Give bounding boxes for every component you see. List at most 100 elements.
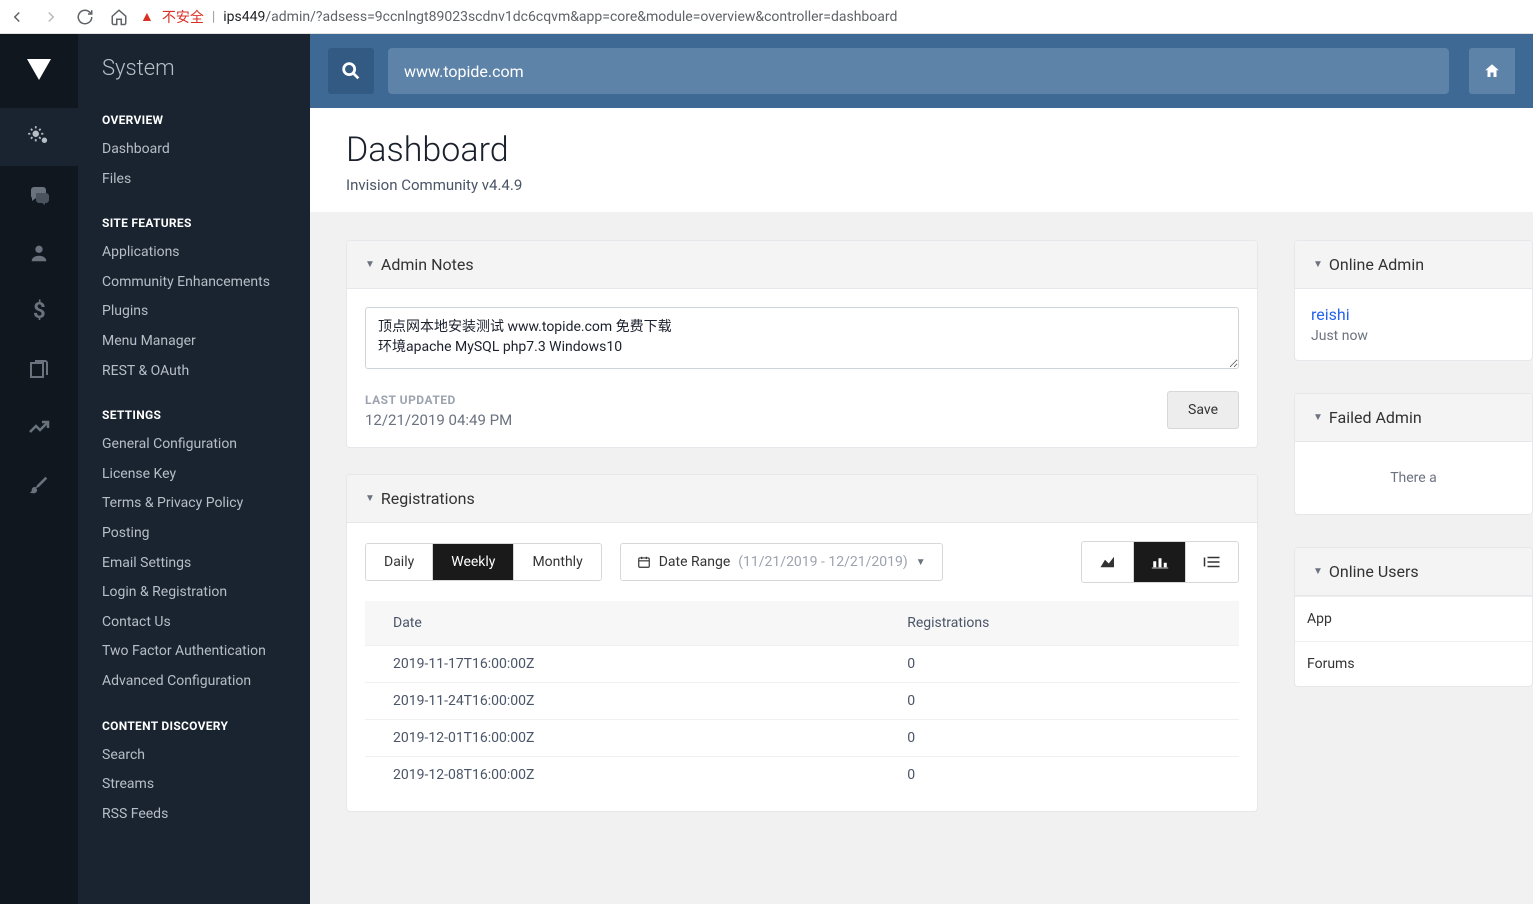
forward-icon: [42, 8, 60, 26]
sidebar-item[interactable]: REST & OAuth: [78, 357, 310, 387]
list-item[interactable]: App: [1295, 596, 1532, 641]
search-input[interactable]: [388, 48, 1449, 94]
tab-monthly[interactable]: Monthly: [514, 544, 600, 580]
sidebar-item[interactable]: Contact Us: [78, 608, 310, 638]
col-reg: Registrations: [879, 601, 1239, 646]
table-row: 2019-12-08T16:00:00Z0: [365, 757, 1239, 794]
browser-toolbar: ▲ 不安全 | ips449/admin/?adsess=9ccnlngt890…: [0, 0, 1533, 34]
nav-dollar-icon[interactable]: $: [0, 282, 78, 340]
caret-down-icon: ▼: [1313, 259, 1323, 270]
calendar-icon: [637, 555, 651, 569]
sidebar-heading: CONTENT DISCOVERY: [78, 711, 310, 741]
cell-date: 2019-11-24T16:00:00Z: [365, 683, 879, 720]
home-outline-icon[interactable]: [110, 8, 128, 26]
cell-reg: 0: [879, 646, 1239, 683]
online-admin-panel: ▼ Online Admin reishi Just now: [1294, 240, 1533, 361]
caret-down-icon: ▼: [1313, 566, 1323, 577]
cell-reg: 0: [879, 720, 1239, 757]
sidebar-item[interactable]: RSS Feeds: [78, 800, 310, 830]
reload-icon[interactable]: [76, 8, 94, 26]
online-admin-header[interactable]: ▼ Online Admin: [1295, 241, 1532, 289]
cell-reg: 0: [879, 683, 1239, 720]
registrations-panel: ▼ Registrations Daily Weekly Monthly: [346, 474, 1258, 812]
sidebar-item[interactable]: Two Factor Authentication: [78, 637, 310, 667]
failed-admin-header[interactable]: ▼ Failed Admin: [1295, 394, 1532, 442]
date-range-value: (11/21/2019 - 12/21/2019): [738, 554, 907, 570]
list-item[interactable]: Forums: [1295, 641, 1532, 686]
nav-settings-icon[interactable]: [0, 108, 78, 166]
nav-files-icon[interactable]: [0, 340, 78, 398]
sidebar-item[interactable]: Dashboard: [78, 135, 310, 165]
bar-chart-icon[interactable]: [1134, 542, 1186, 582]
insecure-icon: ▲: [140, 8, 154, 25]
caret-down-icon: ▼: [365, 493, 375, 504]
url-path: /admin/?adsess=9ccnlngt89023scdnv1dc6cqv…: [265, 9, 897, 25]
sidebar-item[interactable]: Files: [78, 165, 310, 195]
sidebar-item[interactable]: Terms & Privacy Policy: [78, 489, 310, 519]
col-date: Date: [365, 601, 879, 646]
svg-text:$: $: [33, 299, 46, 323]
nav-stats-icon[interactable]: [0, 398, 78, 456]
admin-user-link[interactable]: reishi: [1311, 305, 1516, 324]
nav-user-icon[interactable]: [0, 224, 78, 282]
cell-date: 2019-11-17T16:00:00Z: [365, 646, 879, 683]
admin-user-time: Just now: [1311, 328, 1516, 344]
sidebar-item[interactable]: Community Enhancements: [78, 268, 310, 298]
failed-admin-title: Failed Admin: [1329, 408, 1422, 427]
topbar: [310, 34, 1533, 108]
address-bar[interactable]: ▲ 不安全 | ips449/admin/?adsess=9ccnlngt890…: [140, 7, 1525, 27]
admin-notes-textarea[interactable]: [365, 307, 1239, 369]
tab-weekly[interactable]: Weekly: [433, 544, 514, 580]
sidebar-item[interactable]: Menu Manager: [78, 327, 310, 357]
table-row: 2019-11-17T16:00:00Z0: [365, 646, 1239, 683]
sidebar-item[interactable]: License Key: [78, 460, 310, 490]
sidebar-item[interactable]: Posting: [78, 519, 310, 549]
table-row: 2019-12-01T16:00:00Z0: [365, 720, 1239, 757]
sidebar-heading: SITE FEATURES: [78, 208, 310, 238]
cell-date: 2019-12-01T16:00:00Z: [365, 720, 879, 757]
admin-notes-panel: ▼ Admin Notes LAST UPDATED 12/21/2019 04…: [346, 240, 1258, 448]
search-button[interactable]: [328, 48, 374, 94]
app-iconbar: $: [0, 34, 78, 904]
tab-daily[interactable]: Daily: [366, 544, 433, 580]
area-chart-icon[interactable]: [1082, 542, 1134, 582]
nav-brush-icon[interactable]: [0, 456, 78, 514]
table-row: 2019-11-24T16:00:00Z0: [365, 683, 1239, 720]
list-chart-icon[interactable]: [1186, 542, 1238, 582]
registrations-title: Registrations: [381, 489, 475, 508]
registrations-header[interactable]: ▼ Registrations: [347, 475, 1257, 523]
online-users-header[interactable]: ▼ Online Users: [1295, 548, 1532, 596]
admin-notes-header[interactable]: ▼ Admin Notes: [347, 241, 1257, 289]
page-header: Dashboard Invision Community v4.4.9: [310, 108, 1533, 212]
last-updated-value: 12/21/2019 04:49 PM: [365, 411, 512, 429]
sidebar-item[interactable]: Applications: [78, 238, 310, 268]
nav-chat-icon[interactable]: [0, 166, 78, 224]
security-label: 不安全: [162, 7, 204, 27]
page-title: Dashboard: [346, 130, 1497, 170]
date-range-picker[interactable]: Date Range (11/21/2019 - 12/21/2019) ▼: [620, 543, 943, 581]
sidebar-item[interactable]: Advanced Configuration: [78, 667, 310, 697]
registrations-table: Date Registrations 2019-11-17T16:00:00Z0…: [365, 601, 1239, 793]
back-icon[interactable]: [8, 8, 26, 26]
admin-notes-title: Admin Notes: [381, 255, 474, 274]
caret-down-icon: ▼: [1313, 412, 1323, 423]
sidebar-item[interactable]: Email Settings: [78, 549, 310, 579]
sidebar-title: System: [78, 34, 310, 99]
online-users-panel: ▼ Online Users App Forums: [1294, 547, 1533, 687]
sidebar-item[interactable]: General Configuration: [78, 430, 310, 460]
sidebar-item[interactable]: Search: [78, 741, 310, 771]
url-host: ips449: [223, 9, 265, 25]
sidebar-item[interactable]: Streams: [78, 770, 310, 800]
last-updated-label: LAST UPDATED: [365, 393, 512, 407]
date-range-label: Date Range: [659, 554, 731, 570]
save-button[interactable]: Save: [1167, 391, 1239, 429]
sidebar-item[interactable]: Login & Registration: [78, 578, 310, 608]
sidebar-heading: OVERVIEW: [78, 105, 310, 135]
caret-down-icon: ▼: [916, 557, 926, 568]
home-button[interactable]: [1469, 48, 1515, 94]
app-logo[interactable]: [0, 34, 78, 108]
cell-reg: 0: [879, 757, 1239, 794]
sidebar: System OVERVIEWDashboardFiles SITE FEATUR…: [78, 34, 310, 904]
sidebar-heading: SETTINGS: [78, 400, 310, 430]
sidebar-item[interactable]: Plugins: [78, 297, 310, 327]
